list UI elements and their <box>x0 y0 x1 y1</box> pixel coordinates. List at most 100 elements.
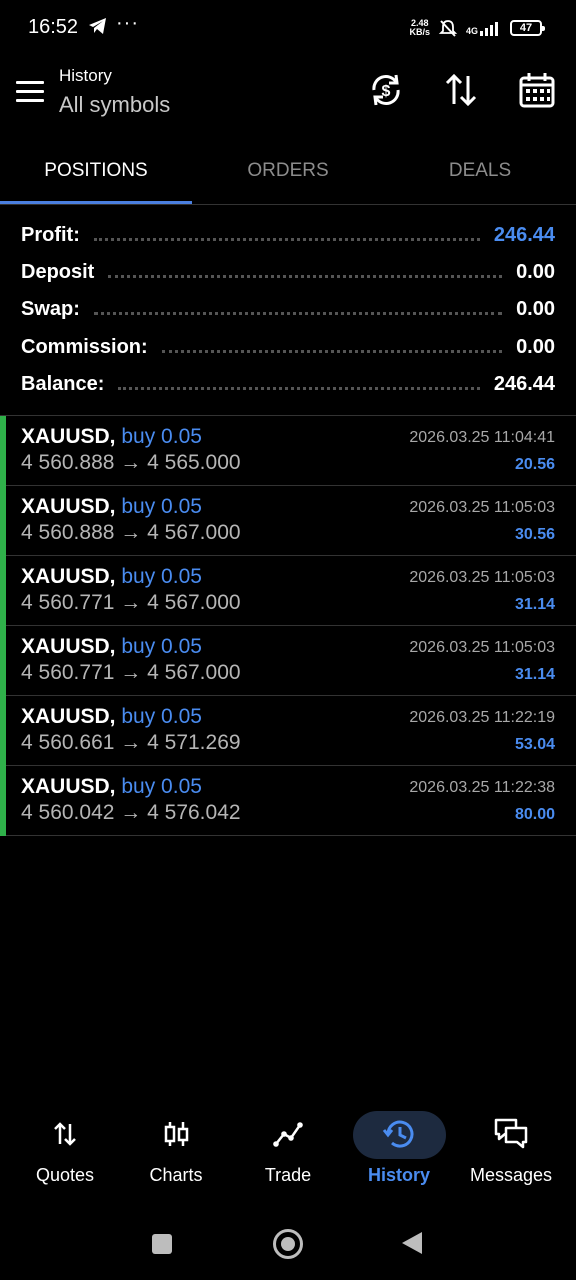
nav-charts[interactable]: Charts <box>121 1110 231 1200</box>
summary-label: Swap: <box>21 297 80 320</box>
close-price: 4 567.000 <box>147 591 241 614</box>
back-icon[interactable] <box>402 1232 422 1254</box>
positions-list: XAUUSD, buy 0.05 4 560.888 → 4 565.000 2… <box>0 415 576 836</box>
position-row[interactable]: XAUUSD, buy 0.05 4 560.661 → 4 571.269 2… <box>0 696 576 766</box>
summary-label: Deposit <box>21 260 95 283</box>
arrow-icon: → <box>120 661 142 684</box>
nav-messages[interactable]: Messages <box>456 1110 566 1200</box>
position-profit: 31.14 <box>514 666 555 683</box>
position-symbol: XAUUSD, <box>21 705 116 728</box>
position-symbol: XAUUSD, <box>21 495 116 518</box>
arrow-icon: → <box>120 451 142 474</box>
quotes-icon <box>54 1122 76 1146</box>
currency-exchange-icon[interactable]: $ <box>366 70 406 110</box>
close-price: 4 565.000 <box>147 451 241 474</box>
buy-indicator <box>0 486 6 556</box>
position-row[interactable]: XAUUSD, buy 0.05 4 560.042 → 4 576.042 2… <box>0 766 576 836</box>
candles-icon <box>164 1122 189 1146</box>
position-prices: 4 560.661 → 4 571.269 <box>21 731 241 755</box>
summary-profit: Profit: 246.44 <box>21 220 555 250</box>
menu-icon[interactable] <box>16 81 44 103</box>
position-row[interactable]: XAUUSD, buy 0.05 4 560.771 → 4 567.000 2… <box>0 556 576 626</box>
position-profit: 20.56 <box>514 456 555 473</box>
nav-label: History <box>367 1165 430 1185</box>
buy-indicator <box>0 416 6 486</box>
nav-history[interactable]: History <box>344 1110 454 1200</box>
position-time: 2026.03.25 11:22:38 <box>409 779 555 796</box>
nav-label: Messages <box>469 1165 553 1185</box>
dot-leader <box>108 274 503 278</box>
close-price: 4 571.269 <box>147 731 241 754</box>
position-direction: buy 0.05 <box>121 565 202 588</box>
position-time: 2026.03.25 11:22:19 <box>409 709 555 726</box>
position-time: 2026.03.25 11:05:03 <box>409 639 555 656</box>
buy-indicator <box>0 626 6 696</box>
status-more-icon: ··· <box>116 12 139 34</box>
position-direction: buy 0.05 <box>121 775 202 798</box>
signal-icon: 4G <box>466 20 502 36</box>
position-title: XAUUSD, buy 0.05 <box>21 705 202 729</box>
symbol-filter[interactable]: All symbols <box>59 92 170 118</box>
position-profit: 80.00 <box>514 806 555 823</box>
sort-icon[interactable] <box>441 70 481 110</box>
dot-leader <box>161 349 503 353</box>
position-row[interactable]: XAUUSD, buy 0.05 4 560.888 → 4 567.000 2… <box>0 486 576 556</box>
tab-positions[interactable]: POSITIONS <box>0 140 192 202</box>
position-profit: 53.04 <box>514 736 555 753</box>
position-row[interactable]: XAUUSD, buy 0.05 4 560.888 → 4 565.000 2… <box>0 416 576 486</box>
summary-value: 0.00 <box>516 297 555 320</box>
svg-text:$: $ <box>382 83 391 100</box>
tab-orders[interactable]: ORDERS <box>192 140 384 202</box>
history-icon <box>382 1120 414 1148</box>
dot-leader <box>93 311 503 315</box>
home-icon[interactable] <box>273 1229 303 1259</box>
arrow-icon: → <box>120 521 142 544</box>
tab-deals[interactable]: DEALS <box>384 140 576 202</box>
position-row[interactable]: XAUUSD, buy 0.05 4 560.771 → 4 567.000 2… <box>0 626 576 696</box>
nav-trade[interactable]: Trade <box>233 1110 343 1200</box>
position-prices: 4 560.771 → 4 567.000 <box>21 591 241 615</box>
position-profit: 30.56 <box>514 526 555 543</box>
battery-icon: 47 <box>510 20 545 36</box>
summary-value: 246.44 <box>493 372 555 395</box>
arrow-icon: → <box>120 591 142 614</box>
open-price: 4 560.771 <box>21 591 115 614</box>
nav-label: Quotes <box>35 1165 95 1185</box>
buy-indicator <box>0 766 6 836</box>
app-bar: History All symbols $ <box>0 56 576 136</box>
position-time: 2026.03.25 11:04:41 <box>409 429 555 446</box>
summary-label: Balance: <box>21 372 105 395</box>
position-title: XAUUSD, buy 0.05 <box>21 775 202 799</box>
open-price: 4 560.661 <box>21 731 115 754</box>
buy-indicator <box>0 556 6 626</box>
position-symbol: XAUUSD, <box>21 775 116 798</box>
net-speed-unit: KB/s <box>409 27 430 37</box>
nav-quotes[interactable]: Quotes <box>10 1110 120 1200</box>
recents-icon[interactable] <box>152 1234 172 1254</box>
status-bar: 16:52 ··· 2.48 KB/s 4G 47 <box>0 0 576 56</box>
position-symbol: XAUUSD, <box>21 635 116 658</box>
tab-indicator <box>0 201 192 204</box>
close-price: 4 567.000 <box>147 661 241 684</box>
position-direction: buy 0.05 <box>121 635 202 658</box>
position-title: XAUUSD, buy 0.05 <box>21 635 202 659</box>
calendar-icon[interactable] <box>517 70 557 110</box>
position-prices: 4 560.888 → 4 567.000 <box>21 521 241 545</box>
nav-label: Trade <box>264 1165 312 1185</box>
summary-value: 0.00 <box>516 260 555 283</box>
position-direction: buy 0.05 <box>121 705 202 728</box>
position-title: XAUUSD, buy 0.05 <box>21 495 202 519</box>
open-price: 4 560.771 <box>21 661 115 684</box>
close-price: 4 576.042 <box>147 801 241 824</box>
position-time: 2026.03.25 11:05:03 <box>409 499 555 516</box>
arrow-icon: → <box>120 731 142 754</box>
dot-leader <box>93 237 480 241</box>
position-direction: buy 0.05 <box>121 495 202 518</box>
position-direction: buy 0.05 <box>121 425 202 448</box>
telegram-icon <box>89 18 106 34</box>
position-title: XAUUSD, buy 0.05 <box>21 565 202 589</box>
arrow-icon: → <box>120 801 142 824</box>
net-speed: 2.48 KB/s <box>409 19 430 37</box>
history-tabs: POSITIONS ORDERS DEALS <box>0 140 576 205</box>
position-profit: 31.14 <box>514 596 555 613</box>
